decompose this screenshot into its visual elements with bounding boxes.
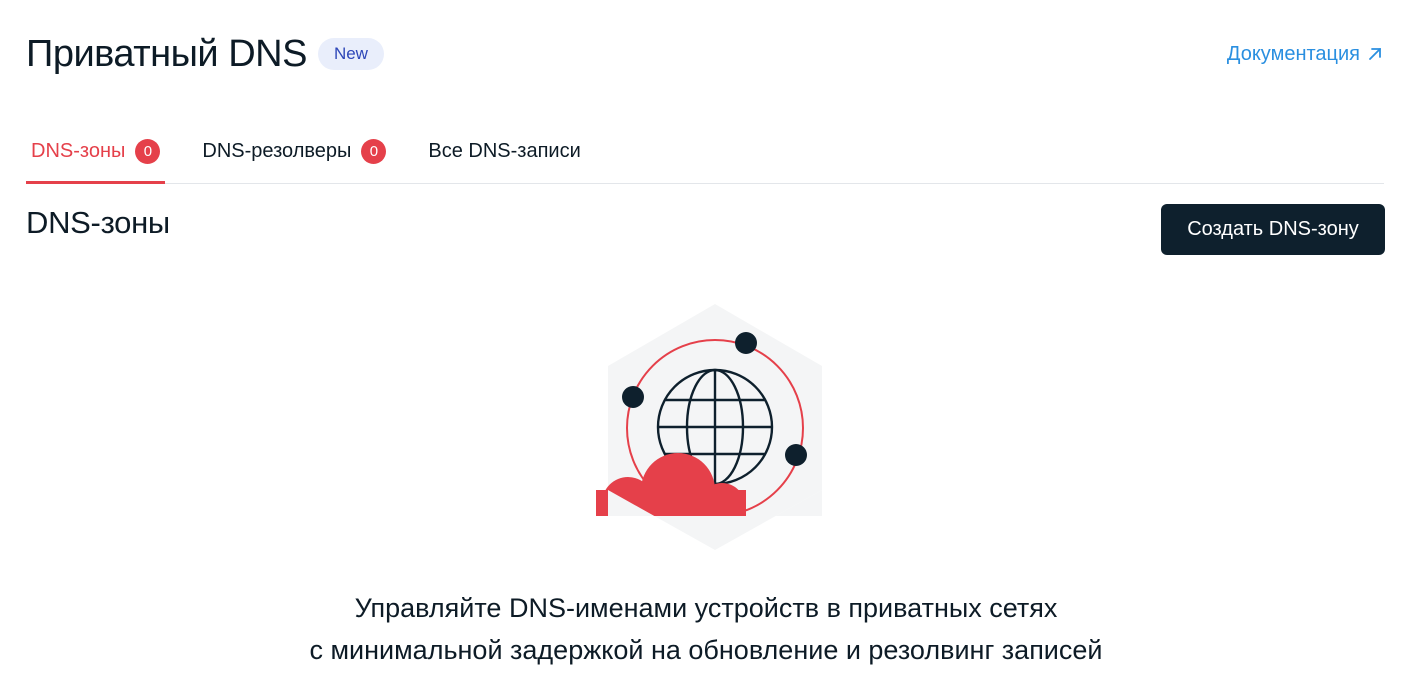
page-title: Приватный DNS — [26, 32, 307, 75]
tab-all-dns-records-label: Все DNS-записи — [428, 140, 581, 162]
tab-dns-zones-count-badge: 0 — [135, 139, 161, 164]
tab-dns-zones[interactable]: DNS-зоны 0 — [26, 130, 166, 184]
globe-network-cloud-illustration — [590, 304, 830, 552]
page-header: Приватный DNS New Документация — [26, 30, 1384, 78]
section-title: DNS-зоны — [26, 205, 170, 240]
tab-dns-resolvers[interactable]: DNS-резолверы 0 — [197, 130, 391, 183]
documentation-link-label: Документация — [1226, 42, 1360, 65]
empty-state-description-line-2: с минимальной задержкой на обновление и … — [309, 635, 1103, 665]
documentation-link[interactable]: Документация — [1227, 43, 1384, 66]
external-link-arrow-icon — [1369, 48, 1381, 60]
empty-state-description-line-1: Управляйте DNS-именами устройств в прива… — [354, 593, 1058, 623]
tab-dns-resolvers-count-badge: 0 — [361, 139, 387, 164]
tab-dns-zones-label: DNS-зоны — [31, 140, 126, 162]
new-badge: New — [317, 38, 384, 70]
create-dns-zone-button[interactable]: Создать DNS-зону — [1161, 204, 1385, 255]
tabs-bar: DNS-зоны 0 DNS-резолверы 0 Все DNS-запис… — [26, 130, 1384, 184]
tab-dns-resolvers-label: DNS-резолверы — [202, 140, 352, 162]
tab-all-dns-records[interactable]: Все DNS-записи — [423, 130, 585, 183]
